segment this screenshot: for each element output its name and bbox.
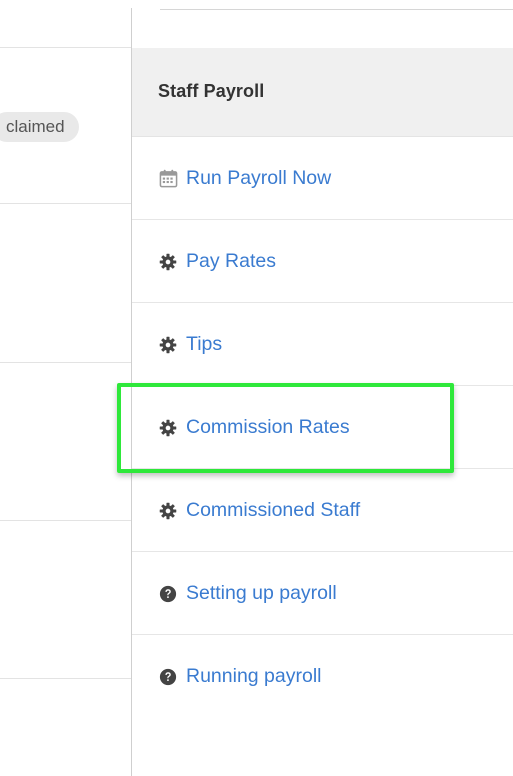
menu-item-running-payroll: Running payroll (132, 635, 513, 718)
help-icon (158, 667, 178, 687)
row-divider (0, 203, 131, 204)
row-divider (0, 520, 131, 521)
gear-icon (158, 252, 178, 272)
highlight-box (117, 383, 454, 473)
top-input-edge (160, 0, 513, 10)
menu-item-label: Setting up payroll (186, 582, 337, 604)
menu-item-setting-up-payroll: Setting up payroll (132, 552, 513, 635)
menu-item-run-payroll-now: Run Payroll Now (132, 137, 513, 220)
menu-item-label: Pay Rates (186, 250, 276, 272)
gear-icon (158, 501, 178, 521)
menu-item-label: Running payroll (186, 665, 322, 687)
row-divider (0, 47, 131, 48)
help-icon (158, 584, 178, 604)
panel-title: Staff Payroll (158, 81, 265, 101)
calendar-icon (158, 169, 178, 189)
menu-item-tips: Tips (132, 303, 513, 386)
menu-item-label: Run Payroll Now (186, 167, 332, 189)
gear-icon (158, 335, 178, 355)
menu-item-label: Commissioned Staff (186, 499, 361, 521)
menu-item-pay-rates: Pay Rates (132, 220, 513, 303)
page: claimed Staff Payroll Run Payroll Now Pa… (0, 0, 513, 776)
tips-link[interactable]: Tips (158, 333, 222, 356)
status-badge: claimed (0, 112, 79, 142)
running-payroll-link[interactable]: Running payroll (158, 665, 322, 688)
run-payroll-now-link[interactable]: Run Payroll Now (158, 167, 331, 190)
row-divider (0, 678, 131, 679)
menu-item-label: Tips (186, 333, 223, 355)
setting-up-payroll-link[interactable]: Setting up payroll (158, 582, 337, 605)
commissioned-staff-link[interactable]: Commissioned Staff (158, 499, 360, 522)
panel-header: Staff Payroll (132, 48, 513, 137)
row-divider (0, 362, 131, 363)
menu-item-commissioned-staff: Commissioned Staff (132, 469, 513, 552)
left-content-column: claimed (0, 0, 131, 776)
pay-rates-link[interactable]: Pay Rates (158, 250, 276, 273)
